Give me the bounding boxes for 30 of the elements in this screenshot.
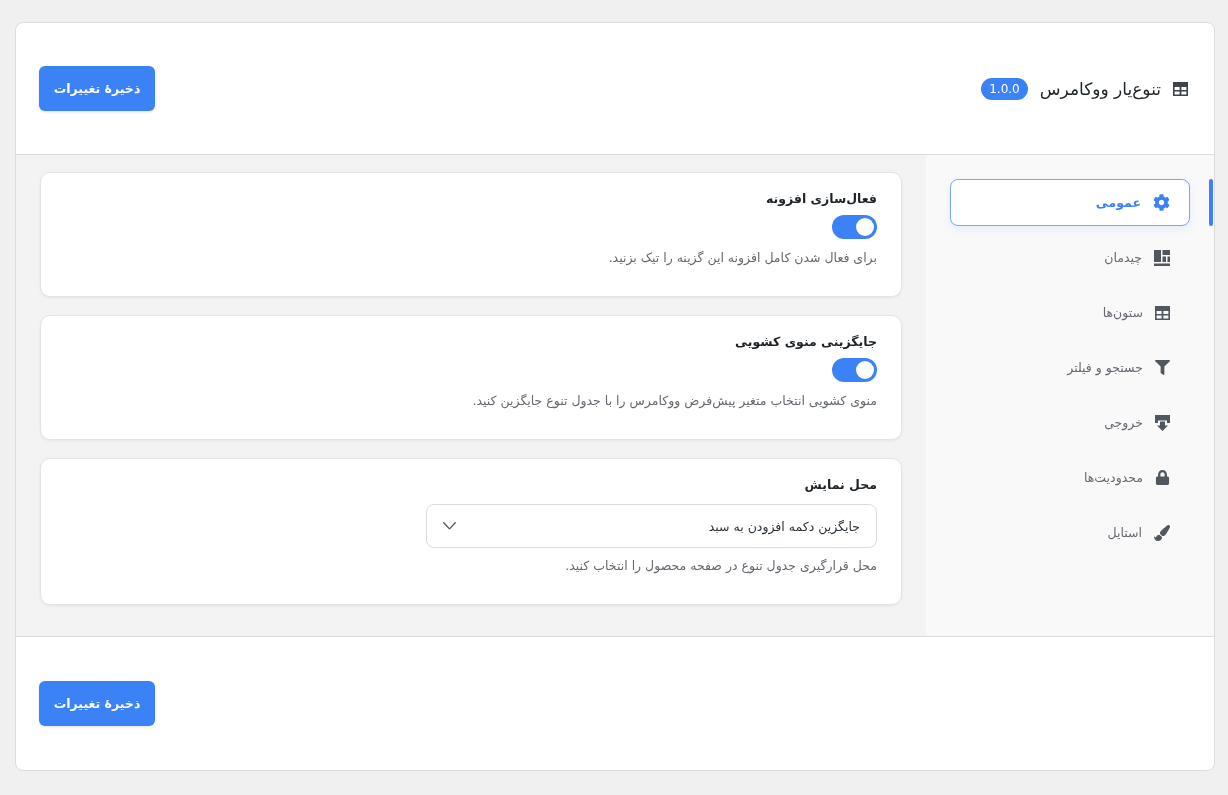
sidebar-item[interactable]: چیدمان [950,234,1190,281]
table-icon [1155,305,1170,320]
layout-icon [1154,249,1170,266]
toggle-switch[interactable] [832,358,877,382]
sidebar-item[interactable]: جستجو و فیلتر [950,344,1190,391]
sidebar-item[interactable]: خروجی [950,399,1190,446]
lock-icon [1155,470,1170,485]
chevron-down-icon [443,522,456,530]
funnel-icon [1155,360,1170,375]
setting-title: فعال‌سازی افزونه [765,190,877,208]
gear-icon [1153,194,1170,211]
save-button[interactable]: ذخیرهٔ تغییرات [39,681,155,726]
sidebar-item[interactable]: استایل [950,509,1190,556]
paintbrush-icon [1154,524,1170,541]
toggle-switch[interactable] [832,215,877,239]
setting-description: منوی کشویی انتخاب متغیر پیش‌فرض ووکامرس را با جدول تنوع جایگزین کنید. [472,392,877,411]
app-title: تنوع‌یار ووکامرس [1039,78,1161,99]
download-icon [1155,414,1170,431]
sidebar-item[interactable]: ستون‌ها [950,289,1190,336]
save-button[interactable]: ذخیرهٔ تغییرات [39,66,155,111]
setting-title: محل نمایش [804,476,877,494]
table-icon [1173,81,1188,96]
version-badge: 1.0.0 [981,77,1028,100]
sidebar-item[interactable]: محدودیت‌ها [950,454,1190,501]
select-field[interactable]: جایگزین دکمه افزودن به سبد [426,504,877,548]
setting-description: برای فعال شدن کامل افزونه این گزینه را تیک بزنید. [608,249,877,268]
setting-description: محل قرارگیری جدول تنوع در صفحه محصول را انتخاب کنید. [565,557,877,576]
sidebar-item[interactable]: عمومی [950,179,1190,226]
setting-title: جایگزینی منوی کشویی [735,333,877,351]
active-indicator [1209,179,1213,226]
